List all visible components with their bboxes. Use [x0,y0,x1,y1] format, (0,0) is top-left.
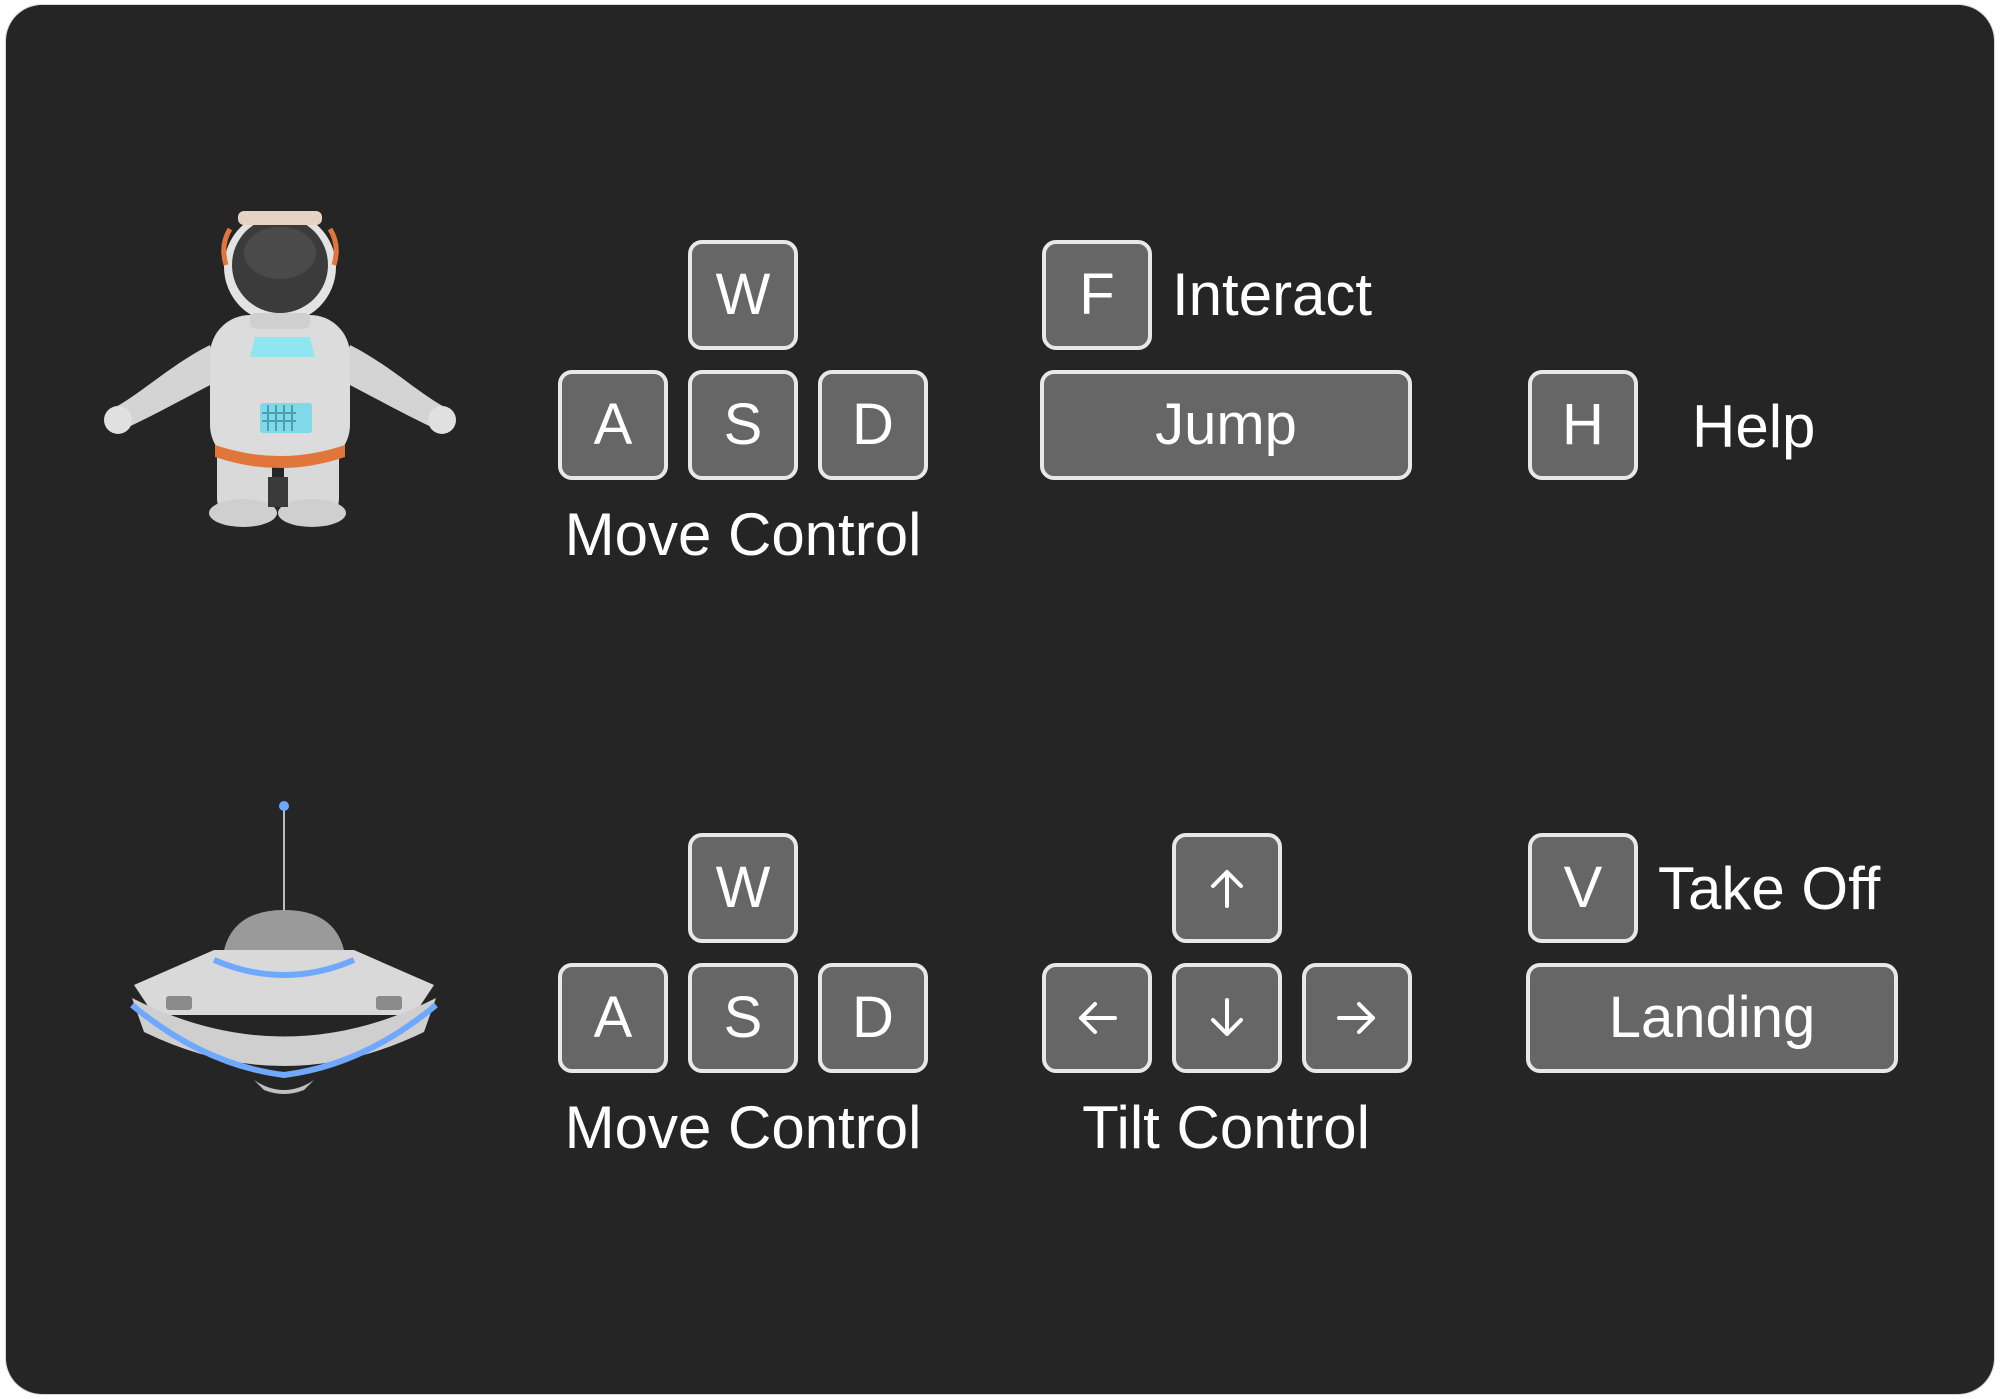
key-a[interactable]: A [558,963,668,1073]
move-control-label: Move Control [564,501,922,568]
key-w[interactable]: W [688,240,798,350]
tilt-control-label: Tilt Control [1082,1094,1370,1161]
take-off-label: Take Off [1658,855,1881,922]
help-label: Help [1692,393,1816,460]
key-f[interactable]: F [1042,240,1152,350]
arrow-down-key[interactable] [1172,963,1282,1073]
arrow-right-key[interactable] [1302,963,1412,1073]
key-d[interactable]: D [818,370,928,480]
key-s[interactable]: S [688,370,798,480]
controls-panel: W A S D Move Control F Interact Jump H H… [6,5,1994,1394]
move-control-label: Move Control [564,1094,922,1161]
arrow-up-key[interactable] [1172,833,1282,943]
arrow-left-key[interactable] [1042,963,1152,1073]
key-a[interactable]: A [558,370,668,480]
arrow-left-icon [1079,1002,1117,1034]
spaceship-icon [114,800,454,1100]
arrow-right-icon [1337,1002,1375,1034]
landing-key[interactable]: Landing [1526,963,1898,1073]
key-w[interactable]: W [688,833,798,943]
key-d[interactable]: D [818,963,928,1073]
key-h[interactable]: H [1528,370,1638,480]
key-v[interactable]: V [1528,833,1638,943]
arrow-down-icon [1211,998,1243,1036]
arrow-up-icon [1211,870,1243,908]
key-s[interactable]: S [688,963,798,1073]
jump-key[interactable]: Jump [1040,370,1412,480]
interact-label: Interact [1172,261,1373,328]
astronaut-icon [100,205,480,535]
